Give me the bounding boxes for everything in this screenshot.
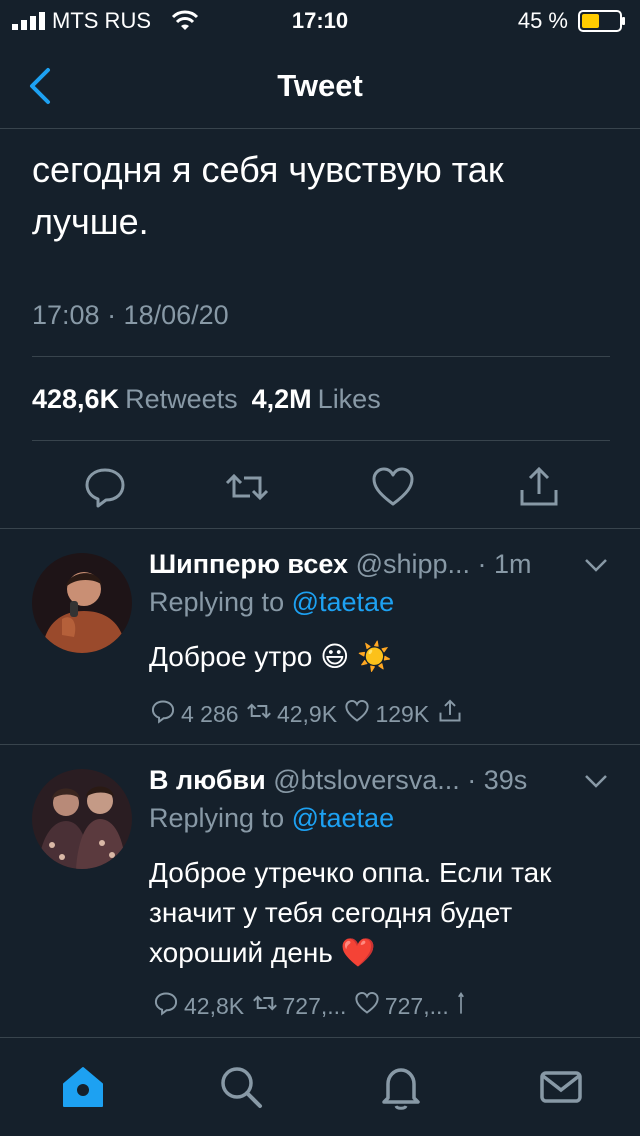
replying-to: Replying to @taetae (149, 803, 394, 834)
avatar-image (32, 553, 132, 653)
tweet-timestamp: 17:08 · 18/06/20 (32, 300, 229, 330)
like-heart-icon[interactable] (343, 697, 371, 731)
reply-header: Шипперю всех @shipp... · 1m (149, 549, 532, 580)
clipped-text-line (32, 110, 592, 130)
chevron-down-icon[interactable] (584, 773, 608, 789)
like-heart-icon[interactable] (368, 462, 418, 512)
retweet-count: 42,9K (276, 700, 338, 727)
avatar[interactable] (32, 769, 132, 869)
share-icon[interactable] (514, 462, 564, 512)
divider (32, 356, 610, 357)
reply-count: 4 286 (181, 700, 239, 727)
battery-percent: 45 % (517, 8, 568, 33)
retweets-count[interactable]: 428,6K (32, 384, 119, 414)
share-icon[interactable] (455, 989, 467, 1023)
likes-count[interactable]: 4,2M (252, 384, 312, 414)
replying-to-label: Replying to (149, 587, 285, 617)
avatar-image (32, 769, 132, 869)
home-icon[interactable] (58, 1062, 108, 1112)
replying-to-label: Replying to (149, 803, 285, 833)
reply-item[interactable]: В любви @btsloversva... · 39s Replying t… (0, 744, 640, 1037)
divider (32, 440, 610, 441)
like-count: 727,... (384, 992, 449, 1019)
user-handle[interactable]: @btsloversva... · 39s (273, 765, 527, 795)
battery-icon (578, 10, 625, 32)
tweet-stats: 428,6K Retweets 4,2M Likes (32, 384, 381, 415)
reply-text: Доброе утро 😃 ☀️ (149, 641, 392, 672)
page-title: Tweet (277, 68, 363, 103)
display-name[interactable]: В любви (149, 765, 266, 795)
retweet-count: 727,... (282, 992, 347, 1019)
notifications-bell-icon[interactable] (376, 1062, 426, 1112)
reply-item[interactable]: Шипперю всех @shipp... · 1m Replying to … (0, 528, 640, 745)
avatar[interactable] (32, 553, 132, 653)
replying-to: Replying to @taetae (149, 587, 394, 618)
share-icon[interactable] (436, 697, 464, 731)
reply-actions: 4 286 42,9K 129K (149, 697, 464, 731)
mention-link[interactable]: @taetae (292, 587, 394, 617)
like-count: 129K (375, 700, 430, 727)
status-bar: MTS RUS 17:10 45 % (0, 0, 640, 40)
reply-text: Доброе утречко оппа. Если так значит у т… (149, 857, 552, 968)
retweet-icon[interactable] (245, 697, 273, 731)
tweet-text: сегодня я себя чувствую так лучше. (32, 149, 504, 242)
like-heart-icon[interactable] (353, 989, 381, 1023)
mention-link[interactable]: @taetae (292, 803, 394, 833)
likes-label[interactable]: Likes (318, 384, 381, 414)
tweet-actions (0, 462, 640, 512)
retweet-icon[interactable] (222, 462, 272, 512)
reply-header: В любви @btsloversva... · 39s (149, 765, 527, 796)
user-handle[interactable]: @shipp... · 1m (356, 549, 532, 579)
chevron-down-icon[interactable] (584, 557, 608, 573)
reply-icon[interactable] (80, 462, 130, 512)
search-icon[interactable] (216, 1062, 266, 1112)
reply-icon[interactable] (149, 697, 177, 731)
messages-mail-icon[interactable] (536, 1062, 586, 1112)
display-name[interactable]: Шипперю всех (149, 549, 348, 579)
bottom-tab-bar (0, 1037, 640, 1136)
reply-count: 42,8K (184, 992, 245, 1019)
retweet-icon[interactable] (251, 989, 279, 1023)
reply-icon[interactable] (152, 989, 180, 1023)
reply-actions: 42,8K 727,... 727,... (152, 989, 467, 1023)
retweets-label[interactable]: Retweets (125, 384, 238, 414)
